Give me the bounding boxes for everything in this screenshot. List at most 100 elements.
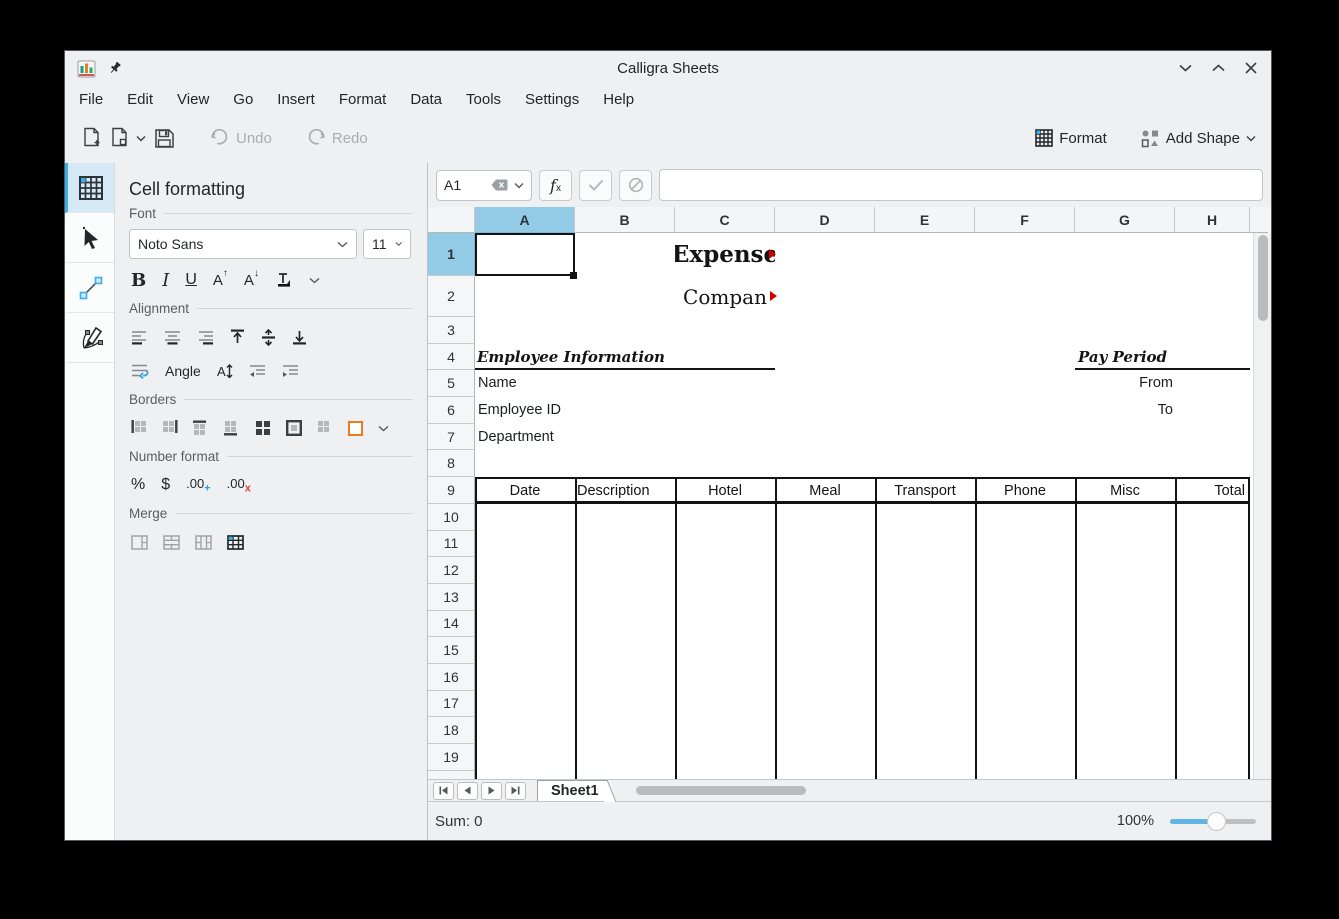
menu-edit[interactable]: Edit bbox=[127, 91, 153, 108]
border-color-swatch[interactable] bbox=[348, 421, 363, 436]
previous-sheet-button[interactable] bbox=[457, 782, 478, 800]
indent-less-button[interactable] bbox=[249, 364, 266, 378]
italic-button[interactable]: I bbox=[162, 270, 169, 291]
first-sheet-button[interactable] bbox=[433, 782, 454, 800]
zoom-slider[interactable] bbox=[1170, 811, 1256, 831]
clear-reference-icon[interactable] bbox=[491, 179, 508, 191]
row-header[interactable]: 15 bbox=[428, 637, 475, 664]
align-right-button[interactable] bbox=[197, 330, 214, 345]
font-size-select[interactable]: 11 bbox=[363, 229, 411, 259]
font-family-select[interactable]: Noto Sans bbox=[129, 229, 357, 259]
border-right-button[interactable] bbox=[162, 420, 178, 436]
column-header-c[interactable]: C bbox=[675, 207, 775, 233]
save-button[interactable] bbox=[149, 121, 179, 155]
row-header[interactable]: 19 bbox=[428, 744, 475, 771]
column-header-h[interactable]: H bbox=[1175, 207, 1250, 233]
border-bottom-button[interactable] bbox=[224, 420, 240, 436]
spreadsheet-grid[interactable]: Expense Compan Employee Information Pay … bbox=[475, 233, 1253, 779]
titlebar[interactable]: Calligra Sheets bbox=[65, 51, 1271, 85]
currency-format-button[interactable]: $ bbox=[161, 476, 170, 494]
formula-input[interactable] bbox=[659, 169, 1263, 201]
menu-format[interactable]: Format bbox=[339, 91, 387, 108]
menu-help[interactable]: Help bbox=[603, 91, 634, 108]
menu-go[interactable]: Go bbox=[233, 91, 253, 108]
minimize-icon[interactable] bbox=[1177, 60, 1193, 76]
new-document-button[interactable] bbox=[77, 121, 107, 155]
border-dropdown-icon[interactable] bbox=[378, 425, 389, 432]
select-all-corner[interactable] bbox=[428, 207, 475, 233]
redo-button[interactable]: Redo bbox=[303, 121, 371, 155]
merge-cells-button[interactable] bbox=[131, 535, 148, 550]
add-shape-button[interactable]: Add Shape bbox=[1138, 121, 1259, 155]
column-header-b[interactable]: B bbox=[575, 207, 675, 233]
menu-view[interactable]: View bbox=[177, 91, 209, 108]
row-header[interactable]: 10 bbox=[428, 504, 475, 531]
active-cell-selection[interactable] bbox=[475, 233, 575, 276]
border-none-button[interactable] bbox=[317, 420, 333, 436]
column-header-f[interactable]: F bbox=[975, 207, 1075, 233]
horizontal-scrollbar-thumb[interactable] bbox=[636, 786, 806, 795]
formula-function-button[interactable]: fx bbox=[539, 170, 572, 201]
percent-format-button[interactable]: % bbox=[131, 476, 145, 494]
column-header-d[interactable]: D bbox=[775, 207, 875, 233]
increase-precision-button[interactable]: .00+ bbox=[186, 476, 211, 495]
decrease-precision-button[interactable]: .00x bbox=[227, 476, 251, 495]
border-top-button[interactable] bbox=[193, 420, 209, 436]
vertical-text-button[interactable]: A bbox=[217, 363, 233, 380]
align-center-button[interactable] bbox=[164, 330, 181, 345]
row-header[interactable]: 14 bbox=[428, 611, 475, 638]
connector-tool-button[interactable] bbox=[65, 263, 114, 313]
cell-tool-button[interactable] bbox=[65, 163, 114, 213]
sheet-tab[interactable]: Sheet1 bbox=[537, 780, 603, 802]
text-color-button[interactable] bbox=[275, 272, 293, 288]
row-header[interactable]: 20 bbox=[428, 771, 475, 779]
menu-settings[interactable]: Settings bbox=[525, 91, 579, 108]
calligraphy-tool-button[interactable] bbox=[65, 313, 114, 363]
shape-select-tool-button[interactable] bbox=[65, 213, 114, 263]
pin-icon[interactable] bbox=[108, 61, 122, 75]
vertical-scrollbar[interactable] bbox=[1253, 233, 1271, 779]
zoom-slider-thumb[interactable] bbox=[1207, 812, 1226, 831]
cell-reference-box[interactable]: A1 bbox=[436, 170, 532, 201]
format-button[interactable]: Format bbox=[1032, 121, 1110, 155]
bold-button[interactable]: B bbox=[131, 270, 146, 291]
column-header-g[interactable]: G bbox=[1075, 207, 1175, 233]
undo-button[interactable]: Undo bbox=[207, 121, 275, 155]
row-header[interactable]: 17 bbox=[428, 691, 475, 718]
menu-data[interactable]: Data bbox=[410, 91, 442, 108]
menu-insert[interactable]: Insert bbox=[277, 91, 315, 108]
open-dropdown-icon[interactable] bbox=[136, 135, 146, 142]
border-all-button[interactable] bbox=[255, 420, 271, 436]
row-header[interactable]: 12 bbox=[428, 557, 475, 584]
row-header[interactable]: 6 bbox=[428, 397, 475, 424]
row-header[interactable]: 5 bbox=[428, 370, 475, 397]
maximize-icon[interactable] bbox=[1210, 60, 1226, 76]
border-outside-button[interactable] bbox=[286, 420, 302, 436]
merge-vertical-button[interactable] bbox=[195, 535, 212, 550]
row-header[interactable]: 13 bbox=[428, 584, 475, 611]
row-header[interactable]: 11 bbox=[428, 531, 475, 558]
text-color-dropdown-icon[interactable] bbox=[309, 277, 320, 284]
align-left-button[interactable] bbox=[131, 330, 148, 345]
row-header[interactable]: 2 bbox=[428, 276, 475, 317]
open-document-button[interactable] bbox=[107, 121, 149, 155]
border-left-button[interactable] bbox=[131, 420, 147, 436]
menu-tools[interactable]: Tools bbox=[466, 91, 501, 108]
row-header[interactable]: 7 bbox=[428, 424, 475, 451]
next-sheet-button[interactable] bbox=[481, 782, 502, 800]
row-header[interactable]: 8 bbox=[428, 450, 475, 477]
shrink-font-button[interactable]: A↓ bbox=[244, 271, 259, 289]
row-header[interactable]: 16 bbox=[428, 664, 475, 691]
grow-font-button[interactable]: A↑ bbox=[213, 271, 228, 289]
align-vcenter-button[interactable] bbox=[261, 329, 276, 346]
angle-button[interactable]: Angle bbox=[165, 363, 201, 379]
indent-more-button[interactable] bbox=[282, 364, 299, 378]
dismantle-merge-button[interactable] bbox=[227, 535, 244, 550]
row-header[interactable]: 4 bbox=[428, 344, 475, 371]
column-header-e[interactable]: E bbox=[875, 207, 975, 233]
row-header[interactable]: 18 bbox=[428, 717, 475, 744]
align-top-button[interactable] bbox=[230, 329, 245, 345]
selection-fill-handle[interactable] bbox=[570, 272, 577, 279]
row-header[interactable]: 9 bbox=[428, 477, 475, 504]
merge-horizontal-button[interactable] bbox=[163, 535, 180, 550]
